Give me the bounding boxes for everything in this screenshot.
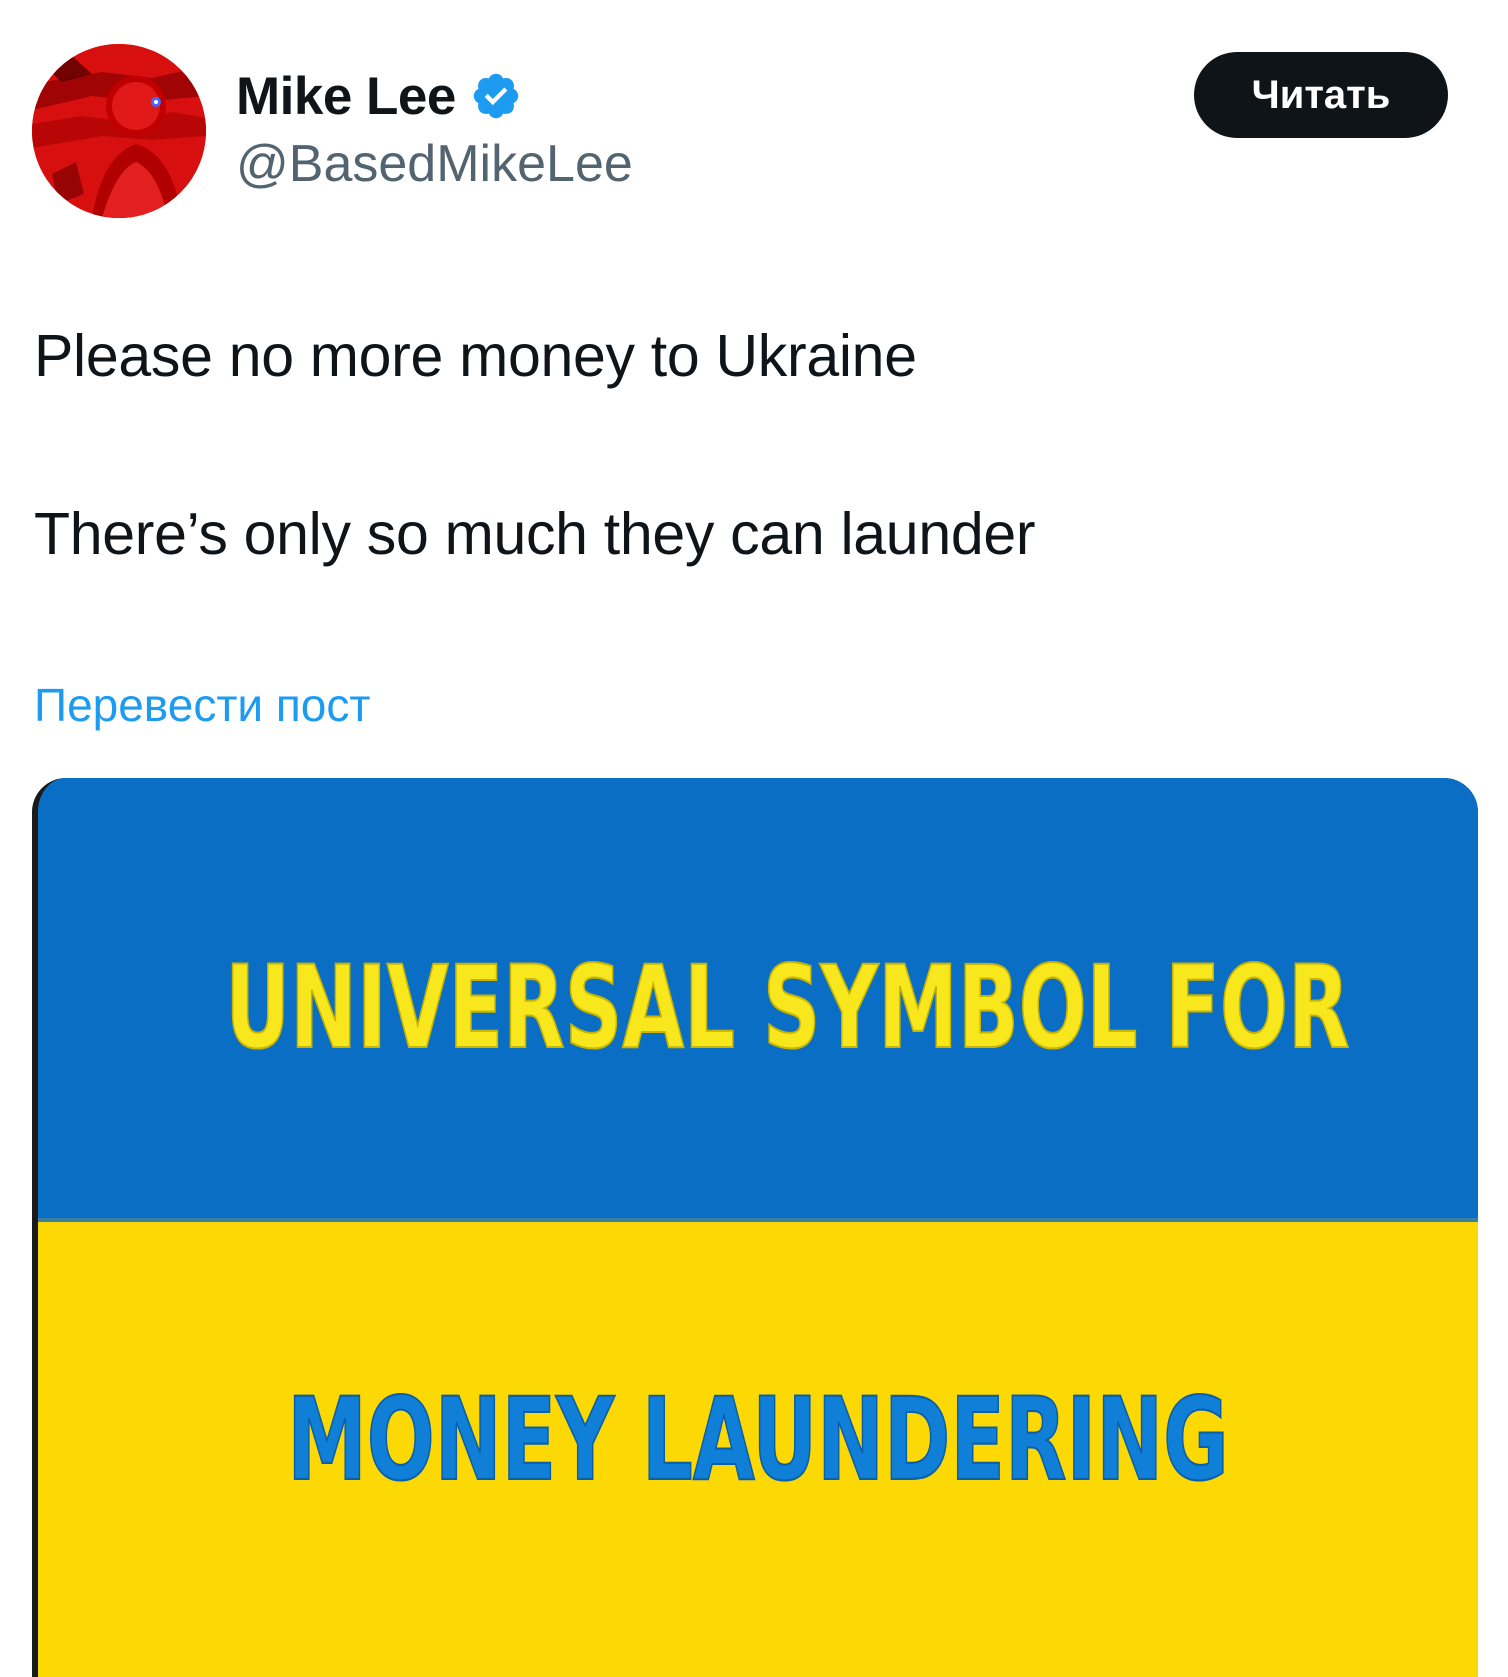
meme-top-text: UNIVERSAL SYMBOL FOR (224, 941, 1350, 1076)
verified-badge-icon (470, 70, 522, 122)
follow-button[interactable]: Читать (1194, 52, 1448, 138)
author-name-row: Mike Lee (236, 64, 522, 128)
post-text-line: There’s only so much they can launder (34, 501, 1036, 567)
avatar-image (32, 44, 206, 218)
translate-post-link[interactable]: Перевести пост (34, 678, 370, 732)
flag-divider (38, 1218, 1478, 1222)
author-handle[interactable]: @BasedMikeLee (236, 134, 633, 194)
author-display-name[interactable]: Mike Lee (236, 66, 456, 127)
meme-bottom-text: MONEY LAUNDERING (287, 1373, 1230, 1508)
avatar[interactable] (32, 44, 206, 218)
post-text-line: Please no more money to Ukraine (34, 323, 917, 389)
post-media-image[interactable]: UNIVERSAL SYMBOL FOR MONEY LAUNDERING (32, 778, 1478, 1677)
post: Mike Lee @BasedMikeLee Читать Please no … (0, 0, 1508, 1677)
